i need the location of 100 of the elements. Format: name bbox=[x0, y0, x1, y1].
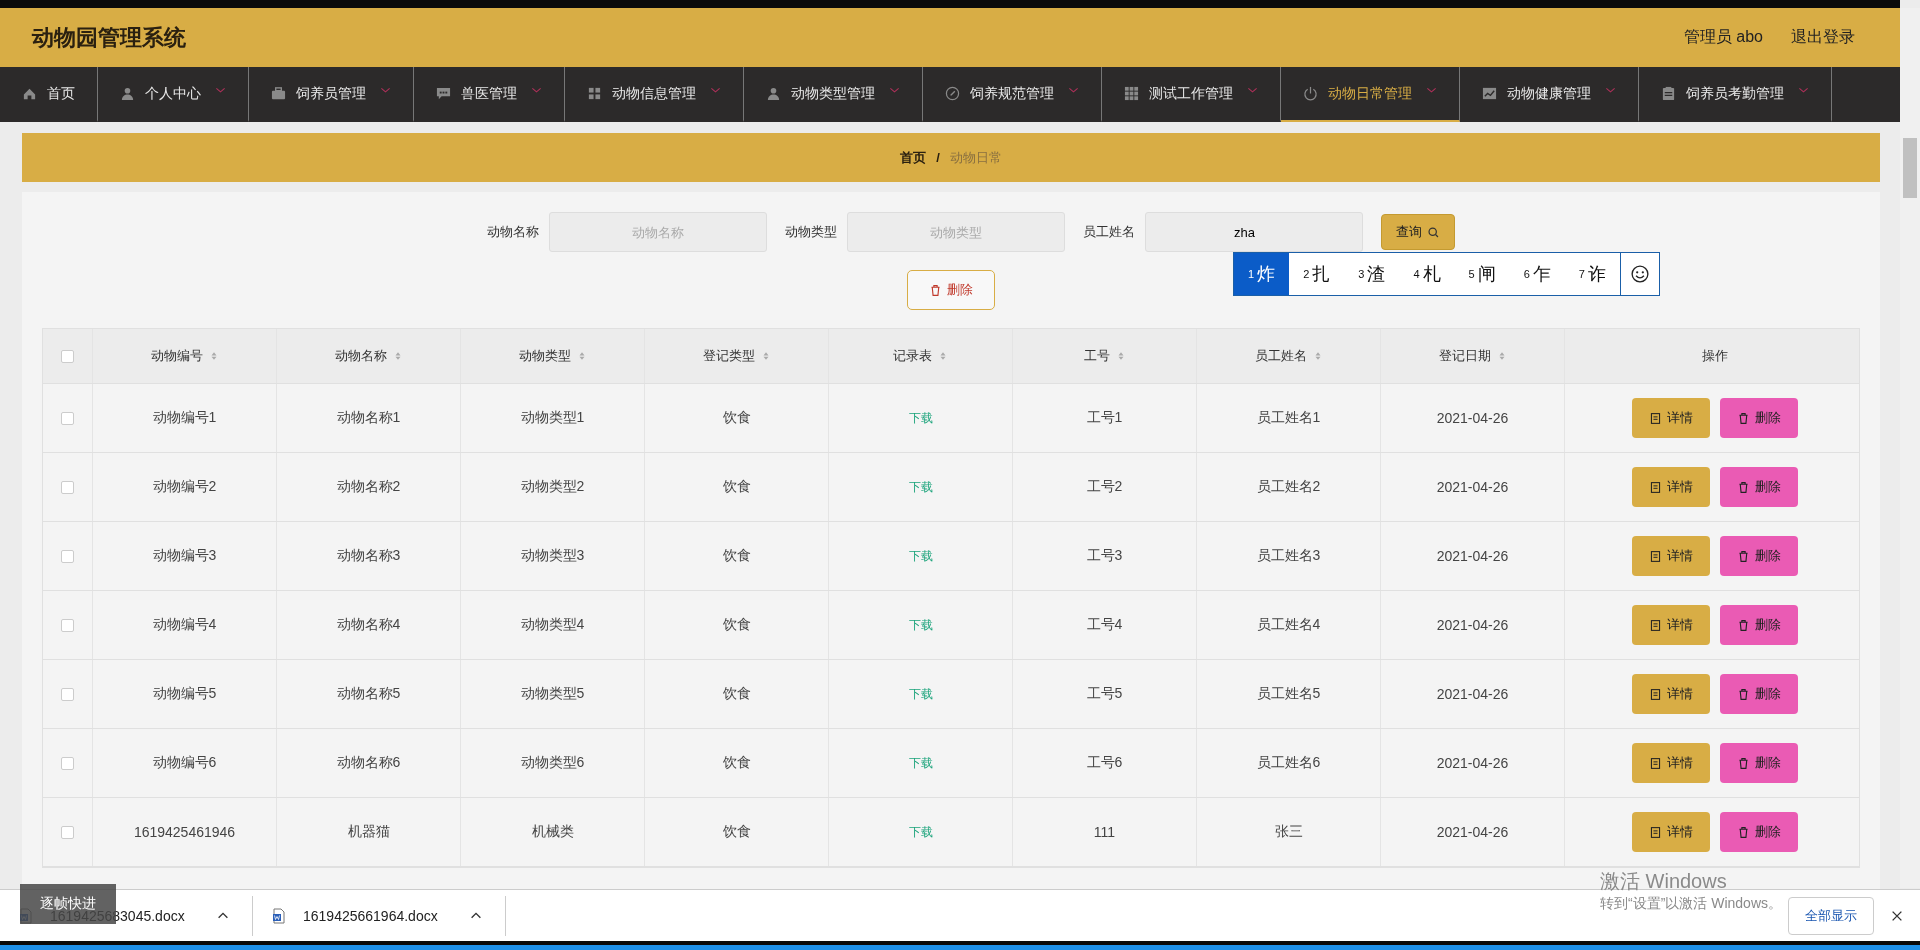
user-icon bbox=[766, 86, 781, 101]
table-cell: 工号1 bbox=[1086, 409, 1123, 427]
nav-tab[interactable]: 首页 bbox=[0, 67, 98, 122]
ime-candidate[interactable]: 7 诈 bbox=[1564, 253, 1620, 295]
delete-button[interactable]: 删除 bbox=[1720, 536, 1798, 576]
ime-candidate[interactable]: 4 札 bbox=[1399, 253, 1455, 295]
ime-candidate[interactable]: 2 扎 bbox=[1289, 253, 1345, 295]
column-header[interactable]: 记录表 bbox=[893, 347, 932, 365]
nav-tab[interactable]: 动物日常管理 bbox=[1281, 67, 1460, 122]
word-document-icon bbox=[271, 907, 287, 924]
nav-tab[interactable]: 饲养员管理 bbox=[249, 67, 414, 122]
chat-bubble-icon bbox=[436, 86, 451, 101]
row-checkbox[interactable] bbox=[61, 825, 74, 839]
nav-tab[interactable]: 动物类型管理 bbox=[744, 67, 923, 122]
column-header[interactable]: 动物编号 bbox=[150, 347, 203, 365]
download-file[interactable]: 1619425661964.docx bbox=[303, 907, 453, 924]
table-cell: 动物编号4 bbox=[152, 616, 217, 634]
delete-button[interactable]: 删除 bbox=[1720, 467, 1798, 507]
table-cell: 工号6 bbox=[1086, 754, 1123, 772]
column-header[interactable]: 工号 bbox=[1083, 347, 1110, 365]
document-icon bbox=[1649, 756, 1662, 770]
table-cell: 2021-04-26 bbox=[1436, 548, 1509, 564]
document-icon bbox=[1649, 549, 1662, 563]
table-cell: 动物名称2 bbox=[336, 478, 401, 496]
compass-icon bbox=[945, 86, 960, 101]
table-cell: 111 bbox=[1093, 824, 1116, 840]
row-checkbox[interactable] bbox=[61, 411, 74, 425]
ime-candidate[interactable]: 3 渣 bbox=[1344, 253, 1400, 295]
breadcrumb-item[interactable]: 首页 bbox=[900, 148, 927, 167]
table-cell: 饮食 bbox=[722, 685, 751, 703]
table-cell: 动物名称4 bbox=[336, 616, 401, 634]
table-cell: 动物名称3 bbox=[336, 547, 401, 565]
ime-candidate[interactable]: 1 炸 bbox=[1234, 253, 1290, 295]
show-all-button[interactable]: 全部显示 bbox=[1788, 896, 1874, 935]
activation-title: 激活 Windows bbox=[1600, 869, 1728, 894]
table-cell: 动物名称1 bbox=[336, 409, 401, 427]
column-header[interactable]: 动物名称 bbox=[334, 347, 387, 365]
table-cell: 动物编号2 bbox=[152, 478, 217, 496]
column-header[interactable]: 员工姓名 bbox=[1254, 347, 1307, 365]
app-title: 动物园管理系统 bbox=[32, 23, 186, 52]
trash-icon bbox=[1737, 480, 1750, 494]
ime-candidate[interactable]: 5 闸 bbox=[1454, 253, 1510, 295]
table-cell: 饮食 bbox=[722, 478, 751, 496]
search-field[interactable]: 动物名称 bbox=[549, 212, 767, 252]
detail-button[interactable]: 详情 bbox=[1632, 398, 1710, 438]
table-cell: 机械类 bbox=[531, 823, 574, 841]
trash-icon bbox=[1737, 618, 1750, 632]
clipboard-icon bbox=[1661, 86, 1676, 101]
select-all-checkbox[interactable] bbox=[61, 349, 74, 363]
field-label: 动物类型 bbox=[785, 223, 837, 241]
nav-tab[interactable]: 动物健康管理 bbox=[1460, 67, 1639, 122]
chart-icon bbox=[1482, 86, 1497, 101]
nav-tab[interactable]: 饲养员考勤管理 bbox=[1639, 67, 1832, 122]
row-checkbox[interactable] bbox=[61, 549, 74, 563]
row-checkbox[interactable] bbox=[61, 618, 74, 632]
trash-icon bbox=[1737, 411, 1750, 425]
detail-button[interactable]: 详情 bbox=[1632, 605, 1710, 645]
table-cell: 饮食 bbox=[722, 547, 751, 565]
row-checkbox[interactable] bbox=[61, 756, 74, 770]
document-icon bbox=[1649, 411, 1662, 425]
table-cell: 员工姓名1 bbox=[1256, 409, 1321, 427]
delete-button[interactable]: 删除 bbox=[1720, 674, 1798, 714]
detail-button[interactable]: 详情 bbox=[1632, 467, 1710, 507]
grid-icon bbox=[587, 86, 602, 101]
column-header[interactable]: 动物类型 bbox=[518, 347, 571, 365]
detail-button[interactable]: 详情 bbox=[1632, 674, 1710, 714]
table-cell: 动物编号6 bbox=[152, 754, 217, 772]
nav-tab[interactable]: 兽医管理 bbox=[414, 67, 565, 122]
column-header[interactable]: 登记日期 bbox=[1438, 347, 1491, 365]
user-name: 管理员 abo bbox=[1683, 27, 1763, 47]
search-field[interactable]: 动物类型 bbox=[847, 212, 1065, 252]
logout-link[interactable]: 退出登录 bbox=[1791, 27, 1855, 48]
delete-button[interactable]: 删除 bbox=[907, 270, 995, 310]
trash-icon bbox=[1737, 549, 1750, 563]
delete-button[interactable]: 删除 bbox=[1720, 605, 1798, 645]
search-button[interactable]: 查询 bbox=[1381, 214, 1455, 250]
table-cell: 2021-04-26 bbox=[1436, 479, 1509, 495]
ime-candidate[interactable]: 6 乍 bbox=[1509, 253, 1565, 295]
nav-tab[interactable]: 测试工作管理 bbox=[1102, 67, 1281, 122]
field-label: 动物名称 bbox=[487, 223, 539, 241]
smiley-icon bbox=[1630, 265, 1649, 283]
table-cell: 员工姓名5 bbox=[1256, 685, 1321, 703]
nav-tab[interactable]: 动物信息管理 bbox=[565, 67, 744, 122]
column-header[interactable]: 登记类型 bbox=[702, 347, 755, 365]
row-checkbox[interactable] bbox=[61, 480, 74, 494]
delete-button[interactable]: 删除 bbox=[1720, 812, 1798, 852]
table-cell: 动物类型6 bbox=[520, 754, 585, 772]
delete-button[interactable]: 删除 bbox=[1720, 398, 1798, 438]
search-field[interactable]: zha bbox=[1145, 212, 1363, 252]
nav-tab[interactable]: 饲养规范管理 bbox=[923, 67, 1102, 122]
scrollbar[interactable] bbox=[1900, 8, 1920, 888]
table-cell: 饮食 bbox=[722, 616, 751, 634]
delete-button[interactable]: 删除 bbox=[1720, 743, 1798, 783]
table-cell: 工号5 bbox=[1086, 685, 1123, 703]
row-checkbox[interactable] bbox=[61, 687, 74, 701]
detail-button[interactable]: 详情 bbox=[1632, 812, 1710, 852]
table-cell: 动物名称5 bbox=[336, 685, 401, 703]
nav-tab[interactable]: 个人中心 bbox=[98, 67, 249, 122]
detail-button[interactable]: 详情 bbox=[1632, 743, 1710, 783]
detail-button[interactable]: 详情 bbox=[1632, 536, 1710, 576]
